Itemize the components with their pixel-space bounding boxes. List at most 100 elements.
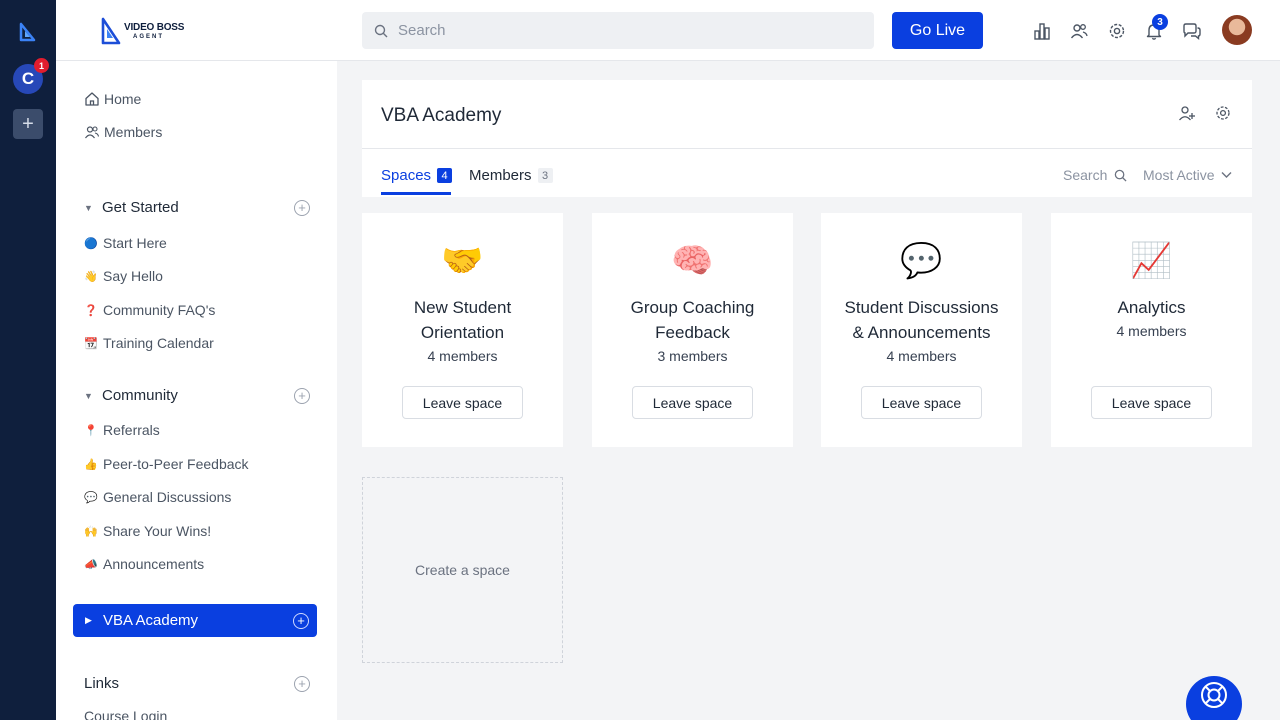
sidebar-item-share-your-wins[interactable]: 🙌 Share Your Wins! xyxy=(84,523,211,539)
sidebar-item-say-hello[interactable]: 👋 Say Hello xyxy=(84,268,163,284)
sidebar-item-label: Members xyxy=(104,124,163,140)
member-count: 4 members xyxy=(1116,323,1187,339)
community-notification-badge: 1 xyxy=(34,58,49,73)
create-space-button[interactable]: Create a space xyxy=(362,477,563,663)
sidebar-item-start-here[interactable]: 🔵 Start Here xyxy=(84,235,167,251)
sort-dropdown[interactable]: Most Active xyxy=(1143,167,1232,183)
sidebar-item-label: Community FAQ's xyxy=(103,302,216,318)
collapse-triangle-icon: ▼ xyxy=(84,202,93,213)
brand-subname: AGENT xyxy=(133,33,164,40)
sidebar-item-peer-feedback[interactable]: 👍 Peer-to-Peer Feedback xyxy=(84,456,249,472)
add-link-icon[interactable]: + xyxy=(294,676,310,692)
sidebar-item-community-faqs[interactable]: ❓ Community FAQ's xyxy=(84,302,215,318)
space-emoji: 👍 xyxy=(84,458,98,471)
help-button[interactable] xyxy=(1186,676,1242,720)
sort-label: Most Active xyxy=(1143,167,1215,183)
space-emoji: 📆 xyxy=(84,337,98,350)
sidebar: Home Members ▼ Get Started + 🔵 Start Her… xyxy=(56,61,337,720)
search-icon xyxy=(374,24,388,37)
active-tab-indicator xyxy=(381,192,451,195)
brand-logo[interactable]: VIDEO BOSS AGENT xyxy=(100,16,184,46)
sidebar-item-course-login[interactable]: Course Login xyxy=(84,708,167,720)
search-icon xyxy=(1115,169,1127,182)
sidebar-item-general-discussions[interactable]: 💬 General Discussions xyxy=(84,489,231,505)
sidebar-item-label: Say Hello xyxy=(103,268,163,284)
global-search[interactable] xyxy=(362,12,874,49)
create-space-label: Create a space xyxy=(415,562,510,578)
members-icon xyxy=(85,126,100,139)
top-header: VIDEO BOSS AGENT Go Live 3 xyxy=(56,0,1280,61)
brand-mark-icon xyxy=(101,17,121,45)
gear-icon[interactable] xyxy=(1107,21,1127,41)
chat-icon[interactable] xyxy=(1182,21,1202,41)
tab-label: Members xyxy=(469,167,532,184)
space-card[interactable]: 🧠 Group Coaching Feedback 3 members Leav… xyxy=(592,213,793,447)
space-emoji: 📣 xyxy=(84,558,98,571)
leave-space-button[interactable]: Leave space xyxy=(632,386,753,419)
search-input[interactable] xyxy=(398,22,838,39)
sidebar-item-training-calendar[interactable]: 📆 Training Calendar xyxy=(84,335,214,351)
section-links[interactable]: Links + xyxy=(84,675,310,692)
chart-increasing-icon: 📈 xyxy=(1130,242,1173,280)
space-emoji: 🔵 xyxy=(84,237,98,250)
speech-bubble-icon: 💬 xyxy=(900,242,943,280)
space-name: Group Coaching Feedback xyxy=(630,298,755,342)
space-card[interactable]: 🤝 New Student Orientation 4 members Leav… xyxy=(362,213,563,447)
space-name: Student Discussions & Announcements xyxy=(844,298,999,342)
space-card[interactable]: 💬 Student Discussions & Announcements 4 … xyxy=(821,213,1022,447)
sidebar-item-members[interactable]: Members xyxy=(84,124,162,140)
sidebar-item-label: Share Your Wins! xyxy=(103,523,212,539)
spaces-search-button[interactable]: Search xyxy=(1063,167,1127,183)
sidebar-item-label: Start Here xyxy=(103,235,167,251)
sidebar-item-announcements[interactable]: 📣 Announcements xyxy=(84,556,204,572)
chevron-down-icon xyxy=(1221,172,1232,178)
app-logo-icon[interactable] xyxy=(18,22,38,42)
add-space-icon[interactable]: + xyxy=(294,387,310,404)
sidebar-item-referrals[interactable]: 📍 Referrals xyxy=(84,422,160,438)
sidebar-item-home[interactable]: Home xyxy=(84,91,141,107)
user-avatar[interactable] xyxy=(1222,15,1252,45)
members-icon[interactable] xyxy=(1069,21,1089,41)
leave-space-button[interactable]: Leave space xyxy=(1091,386,1212,419)
tab-count-badge: 3 xyxy=(537,168,553,183)
go-live-button[interactable]: Go Live xyxy=(892,12,983,49)
home-icon xyxy=(85,92,99,106)
add-member-icon[interactable] xyxy=(1178,104,1196,122)
section-title: Community xyxy=(102,387,178,404)
space-emoji: 📍 xyxy=(84,424,98,437)
member-count: 4 members xyxy=(886,348,957,364)
gear-icon[interactable] xyxy=(1214,104,1232,122)
sidebar-item-vba-academy[interactable]: ▶ VBA Academy + xyxy=(73,604,317,637)
sidebar-item-label: Training Calendar xyxy=(103,335,214,351)
sidebar-item-label: VBA Academy xyxy=(103,612,199,629)
space-card[interactable]: 📈 Analytics 4 members Leave space xyxy=(1051,213,1252,447)
handshake-icon: 🤝 xyxy=(441,242,484,280)
sidebar-item-label: Announcements xyxy=(103,556,205,572)
tab-count-badge: 4 xyxy=(437,168,453,183)
notification-count-badge: 3 xyxy=(1152,14,1168,30)
leaderboard-icon[interactable] xyxy=(1032,21,1052,41)
brain-icon: 🧠 xyxy=(671,242,714,280)
leave-space-button[interactable]: Leave space xyxy=(402,386,523,419)
member-count: 4 members xyxy=(427,348,498,364)
add-community-button[interactable]: + xyxy=(13,109,43,139)
space-emoji: 💬 xyxy=(84,491,98,504)
section-title: Links xyxy=(84,675,120,692)
leave-space-button[interactable]: Leave space xyxy=(861,386,982,419)
tab-label: Spaces xyxy=(381,167,432,184)
space-name: New Student Orientation xyxy=(413,298,512,342)
section-get-started[interactable]: ▼ Get Started + xyxy=(84,199,310,216)
sidebar-item-label: Course Login xyxy=(84,708,168,720)
add-space-icon[interactable]: + xyxy=(293,612,309,629)
tab-spaces[interactable]: Spaces 4 xyxy=(381,167,453,184)
add-space-icon[interactable]: + xyxy=(294,199,310,216)
community-rail: C 1 + xyxy=(0,0,56,720)
lifebuoy-icon xyxy=(1201,682,1227,708)
tab-members[interactable]: Members 3 xyxy=(469,167,553,184)
sidebar-item-label: Referrals xyxy=(103,422,160,438)
sidebar-item-label: Home xyxy=(104,91,142,107)
expand-triangle-icon: ▶ xyxy=(85,615,92,625)
section-title: Get Started xyxy=(102,199,179,216)
space-name: Analytics xyxy=(1117,298,1186,317)
section-community[interactable]: ▼ Community + xyxy=(84,387,310,404)
